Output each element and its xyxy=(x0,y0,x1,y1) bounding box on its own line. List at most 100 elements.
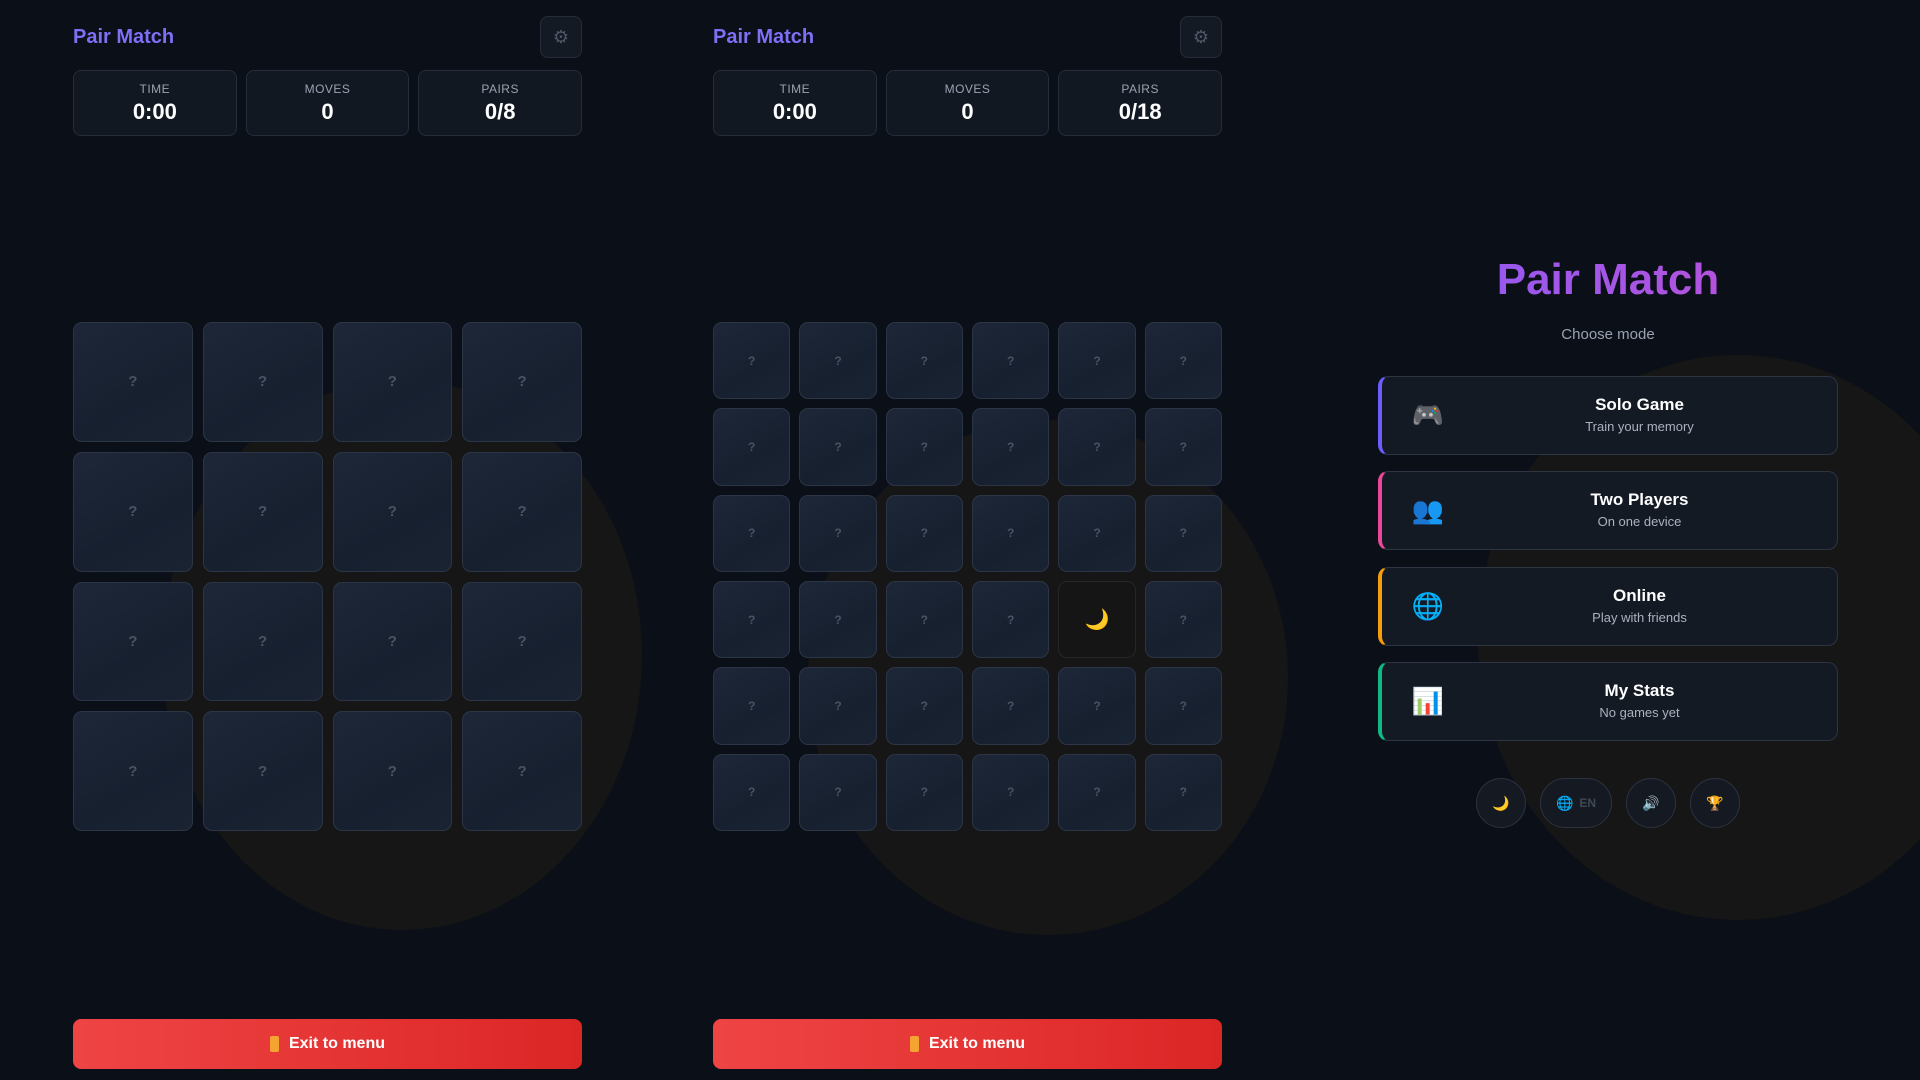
memory-card[interactable]: ? xyxy=(462,451,582,572)
menu-title: Pair Match xyxy=(1378,255,1838,305)
memory-card[interactable]: ? xyxy=(799,667,877,745)
globe-icon: 🌐 xyxy=(1555,794,1574,811)
memory-card[interactable]: ? xyxy=(885,753,963,831)
memory-card[interactable]: ? xyxy=(972,581,1050,659)
exit-button[interactable]: Exit to menu xyxy=(713,1019,1222,1069)
memory-card[interactable]: ? xyxy=(972,408,1050,486)
memory-card[interactable]: ? xyxy=(73,322,193,442)
memory-card[interactable]: ? xyxy=(713,667,791,745)
online-button[interactable]: 🌐 Online Play with friends xyxy=(1378,567,1838,646)
memory-card[interactable]: ? xyxy=(713,581,791,659)
my-stats-button[interactable]: 📊 My Stats No games yet xyxy=(1378,662,1838,741)
settings-button[interactable]: ⚙ xyxy=(1180,16,1222,58)
solo-game-button[interactable]: 🎮 Solo Game Train your memory xyxy=(1378,376,1838,455)
memory-card[interactable]: ? xyxy=(885,667,963,745)
memory-card[interactable]: ? xyxy=(462,322,582,442)
memory-card[interactable]: ? xyxy=(73,451,193,572)
memory-card[interactable]: ? xyxy=(202,322,323,442)
memory-card[interactable]: ? xyxy=(1058,667,1136,745)
pairs-label: PAIRS xyxy=(1121,81,1159,96)
mode-text: My Stats No games yet xyxy=(1442,681,1837,720)
memory-card[interactable]: ? xyxy=(1058,322,1136,400)
memory-card[interactable]: ? xyxy=(1144,581,1222,659)
time-stat: TIME 0:00 xyxy=(713,70,877,136)
mode-text: Solo Game Train your memory xyxy=(1442,395,1837,434)
memory-card[interactable]: ? xyxy=(1144,667,1222,745)
mode-name: Online xyxy=(1613,586,1666,605)
pairs-value: 0/8 xyxy=(484,98,516,124)
moves-value: 0 xyxy=(961,98,974,124)
memory-card[interactable]: ? xyxy=(1144,494,1222,572)
stats-row: TIME 0:00 MOVES 0 PAIRS 0/8 xyxy=(73,70,583,136)
mode-name: My Stats xyxy=(1604,681,1675,700)
stats-chart-icon: 📊 xyxy=(1411,685,1445,716)
memory-card[interactable]: ? xyxy=(713,322,791,400)
memory-card[interactable]: ? xyxy=(885,581,963,659)
memory-card[interactable]: ? xyxy=(885,408,963,486)
memory-card[interactable]: ? xyxy=(1058,494,1136,572)
moon-icon: 🌙 xyxy=(1492,794,1510,811)
time-label: TIME xyxy=(779,81,811,96)
two-players-button[interactable]: 👥 Two Players On one device xyxy=(1378,471,1838,550)
memory-card[interactable]: ? xyxy=(799,408,877,486)
memory-card[interactable]: ? xyxy=(799,322,877,400)
mode-description: Train your memory xyxy=(1585,419,1694,434)
mode-description: Play with friends xyxy=(1592,610,1687,625)
memory-card[interactable]: ? xyxy=(1058,408,1136,486)
memory-card[interactable]: ? xyxy=(972,667,1050,745)
memory-card[interactable]: ? xyxy=(1144,753,1222,831)
memory-card[interactable]: ? xyxy=(462,581,582,702)
pairs-value: 0/18 xyxy=(1118,98,1162,124)
card-grid: ?????????????????????? 🌙????????????? xyxy=(713,322,1222,831)
memory-card[interactable]: ? xyxy=(202,451,323,572)
memory-card[interactable]: ? xyxy=(332,581,453,702)
memory-card[interactable]: ? xyxy=(202,581,323,702)
settings-button[interactable]: ⚙ xyxy=(540,16,582,58)
settings-bar: 🌙 🌐 EN 🔊 🏆 xyxy=(1378,778,1838,828)
memory-card[interactable]: ? xyxy=(799,581,877,659)
mode-description: No games yet xyxy=(1599,705,1680,720)
memory-card[interactable]: ? xyxy=(972,322,1050,400)
memory-card[interactable]: ? xyxy=(1058,753,1136,831)
memory-card[interactable]: ? xyxy=(332,451,453,572)
card-grid: ???????????????? xyxy=(73,322,582,831)
time-label: TIME xyxy=(139,81,171,96)
memory-card[interactable]: ? xyxy=(885,322,963,400)
language-button[interactable]: 🌐 EN xyxy=(1540,778,1612,828)
memory-card[interactable]: ? xyxy=(972,494,1050,572)
gamepad-icon: 🎮 xyxy=(1411,399,1445,430)
panel-header: Pair Match ⚙ xyxy=(713,16,1222,60)
memory-card[interactable]: ? xyxy=(799,494,877,572)
menu-subtitle: Choose mode xyxy=(1561,326,1655,343)
mode-description: On one device xyxy=(1597,514,1682,529)
memory-card[interactable]: ? xyxy=(202,711,323,831)
language-code: EN xyxy=(1579,796,1597,810)
sound-toggle-button[interactable]: 🔊 xyxy=(1626,778,1676,828)
memory-card[interactable]: ? xyxy=(332,711,453,831)
memory-card[interactable]: ? xyxy=(713,408,791,486)
door-icon xyxy=(909,1036,919,1052)
game-screen: Pair Match ⚙ TIME 0:00 MOVES 0 PAIRS 0/8… xyxy=(0,0,1920,1080)
mode-menu: Pair Match Choose mode 🎮 Solo Game Train… xyxy=(1378,0,1838,1080)
leaderboard-button[interactable]: 🏆 xyxy=(1690,778,1740,828)
memory-card[interactable]: ? xyxy=(1144,322,1222,400)
door-icon xyxy=(269,1036,279,1052)
globe-icon: 🌐 xyxy=(1411,590,1445,621)
game-panel-4x4: Pair Match ⚙ TIME 0:00 MOVES 0 PAIRS 0/8… xyxy=(73,0,583,1080)
moves-label: MOVES xyxy=(944,81,991,96)
memory-card[interactable]: ? xyxy=(885,494,963,572)
exit-button[interactable]: Exit to menu xyxy=(73,1019,582,1069)
memory-card[interactable]: ? xyxy=(462,711,582,831)
memory-card[interactable]: ? xyxy=(1144,408,1222,486)
memory-card[interactable]: ? xyxy=(972,753,1050,831)
time-stat: TIME 0:00 xyxy=(73,70,237,136)
memory-card-flipped[interactable]: 🌙 xyxy=(1058,581,1136,659)
memory-card[interactable]: ? xyxy=(73,711,193,831)
memory-card[interactable]: ? xyxy=(713,753,791,831)
memory-card[interactable]: ? xyxy=(713,494,791,572)
memory-card[interactable]: ? xyxy=(332,322,453,442)
memory-card[interactable]: ? xyxy=(799,753,877,831)
memory-card[interactable]: ? xyxy=(73,581,193,702)
theme-toggle-button[interactable]: 🌙 xyxy=(1476,778,1526,828)
users-icon: 👥 xyxy=(1411,494,1445,525)
